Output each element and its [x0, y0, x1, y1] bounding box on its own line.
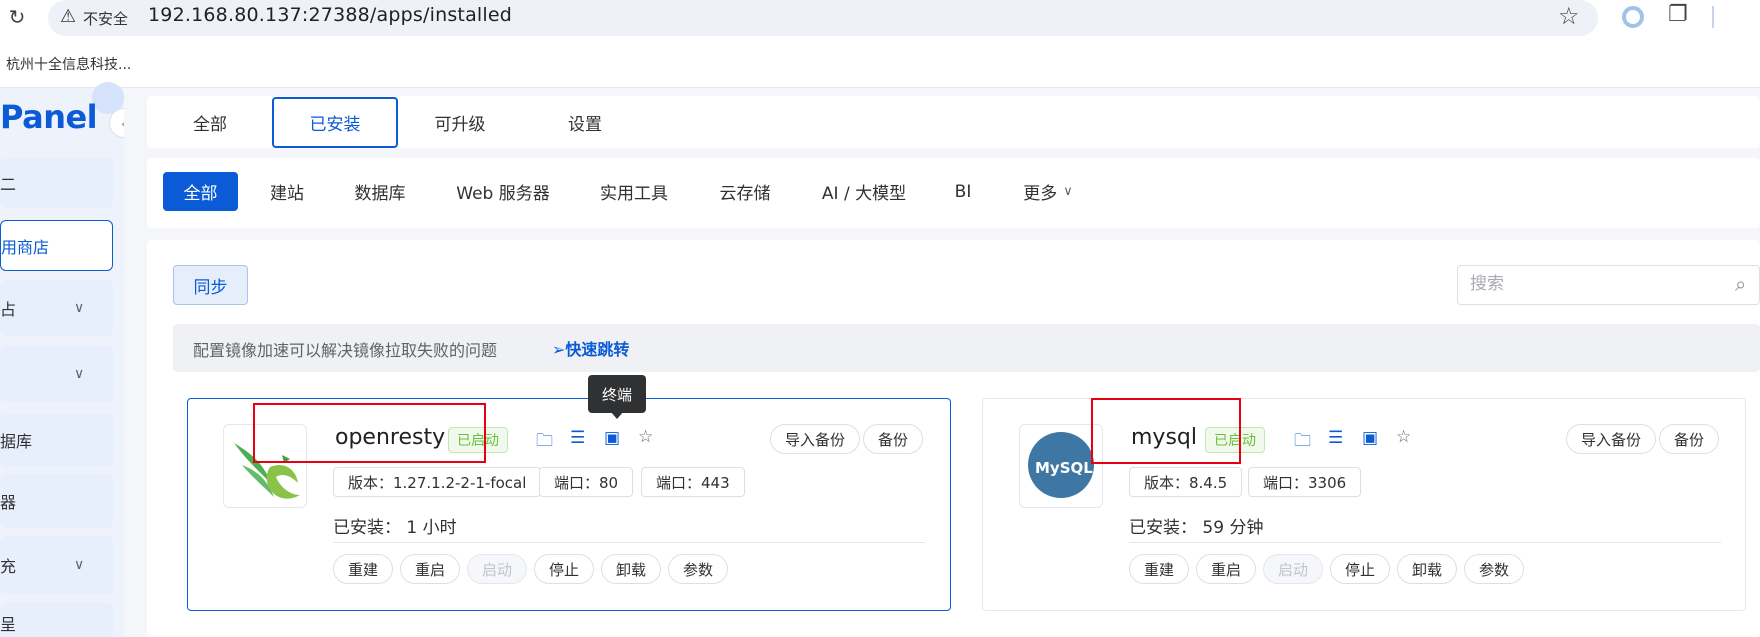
mysql-logo-text: MySQL [1035, 459, 1093, 477]
log-document-icon[interactable]: ☰ [1328, 428, 1343, 448]
send-icon: ➢ [552, 340, 566, 359]
rebuild-button[interactable]: 重建 [1129, 554, 1190, 584]
category-website[interactable]: 建站 [258, 172, 316, 211]
sidebar-item-app-store[interactable]: 用商店 [0, 220, 113, 271]
favorite-star-icon[interactable]: ☆ [638, 427, 653, 447]
search-box[interactable] [1457, 265, 1760, 305]
sidebar-item-overview[interactable]: 二 [0, 158, 113, 208]
port-tag: 端口：443 [641, 467, 745, 497]
sidebar-item-label: 占 [0, 300, 17, 319]
terminal-icon[interactable]: ▣ [1362, 428, 1378, 448]
import-backup-button[interactable]: 导入备份 [770, 424, 861, 454]
stop-button[interactable]: 停止 [534, 554, 595, 584]
sidebar-item-label: 充 [0, 557, 17, 576]
category-more-label: 更多 [1023, 184, 1058, 204]
sync-button[interactable]: 同步 [173, 265, 248, 305]
reload-icon[interactable]: ↻ [4, 4, 30, 30]
bookmark-item[interactable]: 杭州十全信息科技... [6, 54, 131, 74]
terminal-tooltip: 终端 [588, 375, 646, 413]
chevron-down-icon: ∨ [74, 366, 85, 382]
category-all[interactable]: 全部 [163, 172, 238, 211]
category-web-server[interactable]: Web 服务器 [447, 172, 559, 211]
search-input[interactable] [1470, 274, 1710, 294]
tab-all[interactable]: 全部 [166, 97, 254, 148]
import-backup-button[interactable]: 导入备份 [1566, 424, 1657, 454]
tab-installed[interactable]: 已安装 [272, 97, 398, 148]
params-button[interactable]: 参数 [668, 554, 729, 584]
quick-jump-link[interactable]: ➢快速跳转 [552, 336, 629, 360]
tooltip-arrow [610, 411, 624, 419]
category-bi[interactable]: BI [944, 172, 982, 211]
backup-button[interactable]: 备份 [863, 424, 924, 454]
sidebar-item-label: 呈 [0, 615, 17, 634]
tab-settings[interactable]: 设置 [541, 97, 629, 148]
quick-jump-label: 快速跳转 [565, 340, 630, 359]
folder-icon[interactable]: 🗀 [1294, 428, 1311, 457]
category-cloud-storage[interactable]: 云存储 [710, 172, 780, 211]
restart-button[interactable]: 重启 [1196, 554, 1257, 584]
sidebar-item-group[interactable]: ∨ [0, 346, 113, 402]
log-document-icon[interactable]: ☰ [570, 428, 585, 448]
sidebar-item-label: 据库 [0, 432, 33, 451]
uninstall-button[interactable]: 卸载 [601, 554, 662, 584]
installed-duration: 已安装： 1 小时 [333, 518, 457, 538]
search-icon[interactable]: ⌕ [1735, 272, 1746, 296]
sidebar-item-system[interactable]: 充 ∨ [0, 536, 113, 594]
notice-text: 配置镜像加速可以解决镜像拉取失败的问题 [193, 341, 498, 360]
sidebar-item-sites[interactable]: 占 ∨ [0, 280, 113, 336]
version-tag: 版本：1.27.1.2-2-1-focal [333, 467, 542, 497]
port-tag: 端口：80 [539, 467, 634, 497]
highlight-box [253, 403, 486, 463]
start-button[interactable]: 启动 [467, 554, 528, 584]
backup-button[interactable]: 备份 [1659, 424, 1720, 454]
installed-duration: 已安装： 59 分钟 [1129, 518, 1264, 538]
chevron-down-icon: ∨ [74, 300, 85, 316]
category-database[interactable]: 数据库 [344, 172, 416, 211]
stop-button[interactable]: 停止 [1330, 554, 1391, 584]
category-more[interactable]: 更多 ∨ [1016, 172, 1080, 211]
uninstall-button[interactable]: 卸载 [1397, 554, 1458, 584]
divider [333, 542, 925, 543]
extension-ring-icon[interactable] [1622, 6, 1644, 28]
sidebar-item-database[interactable]: 据库 [0, 413, 113, 467]
category-tools[interactable]: 实用工具 [590, 172, 678, 211]
rebuild-button[interactable]: 重建 [333, 554, 394, 584]
highlight-box [1091, 398, 1241, 464]
restart-button[interactable]: 重启 [400, 554, 461, 584]
extensions-puzzle-icon[interactable]: ❐ [1668, 2, 1688, 27]
toolbar-divider [1712, 6, 1714, 28]
sidebar-item-label: 器 [0, 493, 17, 512]
sidebar-item-container[interactable]: 器 [0, 474, 113, 528]
app-logo: Panel [0, 98, 98, 136]
sidebar-item-logs[interactable]: 呈 [0, 603, 113, 637]
security-label[interactable]: 不安全 [83, 8, 128, 29]
port-tag: 端口：3306 [1248, 467, 1362, 497]
terminal-icon[interactable]: ▣ [604, 428, 620, 448]
chevron-down-icon: ∨ [1063, 184, 1073, 199]
divider [1129, 542, 1721, 543]
folder-icon[interactable]: 🗀 [536, 428, 553, 457]
bookmark-star-icon[interactable]: ☆ [1558, 2, 1580, 30]
params-button[interactable]: 参数 [1464, 554, 1525, 584]
start-button[interactable]: 启动 [1263, 554, 1324, 584]
warning-icon[interactable]: ⚠ [60, 6, 76, 27]
version-tag: 版本：8.4.5 [1129, 467, 1243, 497]
category-ai[interactable]: AI / 大模型 [814, 172, 914, 211]
chevron-down-icon: ∨ [74, 557, 85, 573]
favorite-star-icon[interactable]: ☆ [1396, 427, 1411, 447]
tab-upgradable[interactable]: 可升级 [416, 97, 504, 148]
url-text[interactable]: 192.168.80.137:27388/apps/installed [148, 4, 512, 26]
sidebar-item-label: 用商店 [1, 237, 50, 257]
sidebar-item-label: 二 [0, 175, 17, 194]
